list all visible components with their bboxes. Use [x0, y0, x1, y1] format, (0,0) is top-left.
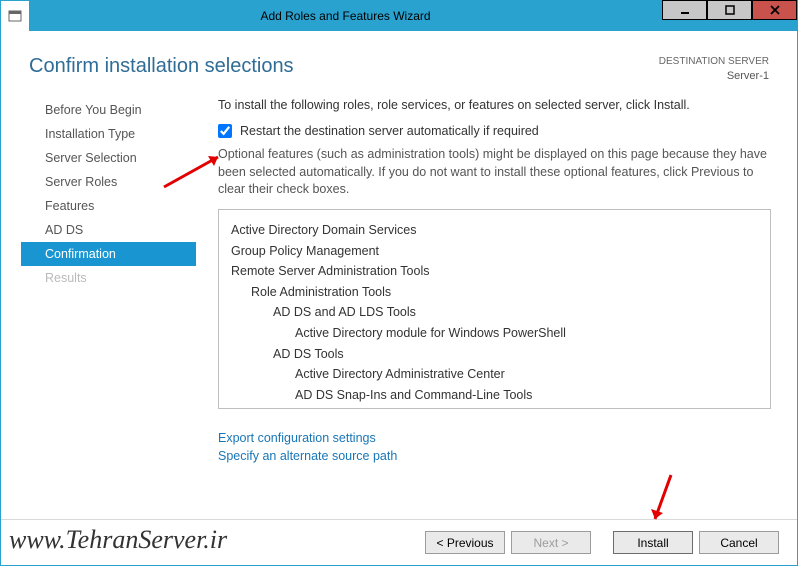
nav-item-features[interactable]: Features [21, 194, 196, 218]
close-button[interactable] [752, 0, 797, 20]
titlebar: Add Roles and Features Wizard [1, 1, 797, 31]
feature-item: Active Directory Domain Services [231, 220, 758, 241]
window-controls [662, 1, 797, 31]
page-title: Confirm installation selections [29, 55, 294, 84]
export-link[interactable]: Export configuration settings [218, 431, 771, 445]
cancel-button[interactable]: Cancel [699, 531, 779, 554]
content-area: Confirm installation selections DESTINAT… [1, 31, 797, 565]
feature-item: Role Administration Tools [251, 282, 758, 303]
restart-checkbox[interactable] [218, 124, 232, 138]
previous-button[interactable]: < Previous [425, 531, 505, 554]
feature-item: AD DS Tools [273, 344, 758, 365]
nav-item-confirmation[interactable]: Confirmation [21, 242, 196, 266]
feature-item: Remote Server Administration Tools [231, 261, 758, 282]
destination-label: DESTINATION SERVER [659, 55, 769, 69]
feature-item: AD DS Snap-Ins and Command-Line Tools [295, 385, 758, 406]
main-panel: To install the following roles, role ser… [196, 94, 797, 467]
minimize-button[interactable] [662, 0, 707, 20]
optional-note: Optional features (such as administratio… [218, 146, 771, 199]
nav-item-results: Results [21, 266, 196, 290]
install-button[interactable]: Install [613, 531, 693, 554]
maximize-button[interactable] [707, 0, 752, 20]
next-button[interactable]: Next > [511, 531, 591, 554]
nav-item-ad-ds[interactable]: AD DS [21, 218, 196, 242]
nav-item-installation-type[interactable]: Installation Type [21, 122, 196, 146]
source-link[interactable]: Specify an alternate source path [218, 449, 771, 463]
window-title: Add Roles and Features Wizard [29, 9, 662, 23]
feature-item: Active Directory module for Windows Powe… [295, 323, 758, 344]
destination-server: Server-1 [659, 69, 769, 84]
nav-sidebar: Before You BeginInstallation TypeServer … [21, 94, 196, 467]
destination-info: DESTINATION SERVER Server-1 [659, 55, 769, 84]
feature-item: Active Directory Administrative Center [295, 364, 758, 385]
links-row: Export configuration settings Specify an… [218, 431, 771, 463]
feature-item: AD DS and AD LDS Tools [273, 302, 758, 323]
restart-label: Restart the destination server automatic… [240, 124, 539, 138]
app-icon [1, 1, 29, 31]
nav-item-server-selection[interactable]: Server Selection [21, 146, 196, 170]
restart-row: Restart the destination server automatic… [218, 124, 771, 138]
nav-item-server-roles[interactable]: Server Roles [21, 170, 196, 194]
nav-item-before-you-begin[interactable]: Before You Begin [21, 98, 196, 122]
feature-item: Group Policy Management [231, 241, 758, 262]
watermark-text: www.TehranServer.ir [9, 525, 227, 555]
header-row: Confirm installation selections DESTINAT… [1, 31, 797, 94]
intro-text: To install the following roles, role ser… [218, 98, 771, 112]
features-list[interactable]: Active Directory Domain ServicesGroup Po… [218, 209, 771, 409]
body-row: Before You BeginInstallation TypeServer … [1, 94, 797, 467]
